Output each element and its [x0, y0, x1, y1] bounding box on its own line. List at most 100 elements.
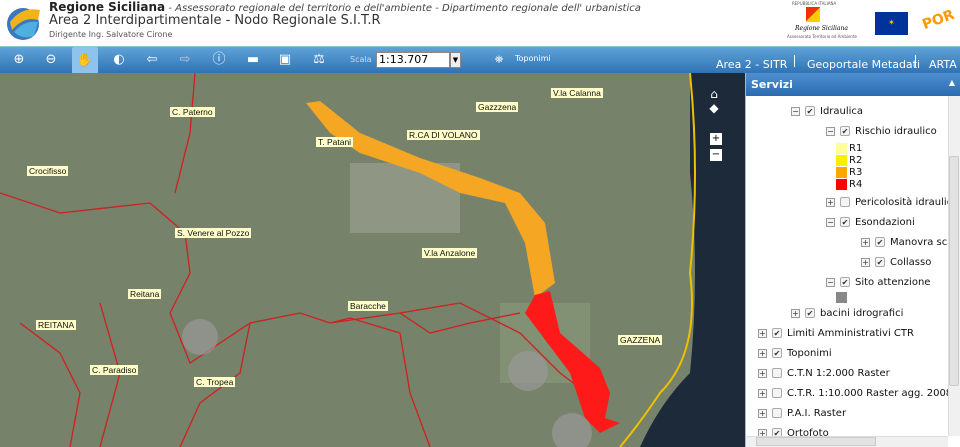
- scrollbar-thumb[interactable]: [756, 437, 876, 446]
- expand-icon[interactable]: +: [758, 368, 767, 378]
- pan-hand-icon[interactable]: ✋: [72, 47, 98, 74]
- page-title: Area 2 Interdipartimentale - Nodo Region…: [49, 13, 381, 28]
- collapse-icon[interactable]: −: [791, 106, 800, 116]
- panel-title: Servizi: [751, 78, 793, 91]
- layer-node[interactable]: − ✔ Esondazioni: [826, 215, 915, 229]
- collapse-icon[interactable]: ▲: [949, 78, 955, 87]
- sicily-flag-logo: [806, 7, 820, 22]
- map-view[interactable]: C. Paterno T. Patani R.CA DI VOLANO Gazz…: [0, 73, 745, 447]
- scrollbar-thumb[interactable]: [949, 156, 959, 386]
- layer-node[interactable]: + Pericolosità idraulica: [826, 195, 948, 209]
- expand-icon[interactable]: +: [758, 428, 767, 436]
- map-label: S. Venere al Pozzo: [175, 228, 252, 238]
- zoom-in-icon[interactable]: ⊕: [10, 51, 28, 69]
- layer-checkbox[interactable]: ✔: [805, 106, 815, 116]
- expand-icon[interactable]: +: [861, 257, 870, 267]
- forward-arrow-icon[interactable]: ⇨: [176, 51, 194, 69]
- zoom-layer-icon[interactable]: ▣: [276, 51, 294, 69]
- layer-node[interactable]: + ✔ Toponimi: [758, 346, 832, 360]
- scale-select[interactable]: 1:13.707: [376, 52, 450, 68]
- measure-icon[interactable]: ⚖: [310, 51, 328, 69]
- layer-node[interactable]: + ✔ Ortofoto: [758, 426, 829, 436]
- nav-area2[interactable]: Area 2 - SITR: [716, 58, 787, 71]
- layer-checkbox[interactable]: ✔: [772, 428, 782, 436]
- scale-label: Scala: [350, 55, 372, 64]
- layer-label: P.A.I. Raster: [787, 407, 847, 419]
- layer-checkbox[interactable]: ✔: [840, 126, 850, 136]
- collapse-icon[interactable]: −: [826, 277, 835, 287]
- layer-label: Esondazioni: [855, 216, 915, 228]
- layer-checkbox[interactable]: [840, 197, 850, 207]
- partner-logos: REPUBBLICA ITALIANA Regione Siciliana As…: [780, 0, 960, 46]
- layer-label: Collasso: [890, 256, 932, 268]
- legend-swatch: [836, 178, 847, 190]
- layer-label: Manovra scarico: [890, 236, 948, 248]
- expand-icon[interactable]: +: [861, 237, 870, 247]
- layer-label: Rischio idraulico: [855, 125, 937, 137]
- layer-checkbox[interactable]: ✔: [840, 217, 850, 227]
- layer-label: Pericolosità idraulica: [855, 196, 948, 208]
- layer-label: Ortofoto: [787, 427, 829, 437]
- layer-node[interactable]: + ✔ Manovra scarico: [861, 235, 948, 249]
- layer-node[interactable]: + ✔ Collasso: [861, 255, 931, 269]
- layer-checkbox[interactable]: ✔: [772, 328, 782, 338]
- layer-checkbox[interactable]: [772, 368, 782, 378]
- zoom-out-button[interactable]: −: [710, 149, 722, 161]
- layer-label: R1: [849, 142, 863, 154]
- layer-node[interactable]: + ✔ Limiti Amministrativi CTR: [758, 326, 914, 340]
- zoom-in-button[interactable]: +: [710, 133, 722, 145]
- nav-geoportale[interactable]: Geoportale Metadati: [807, 58, 920, 71]
- layer-node[interactable]: + ✔ bacini idrografici: [791, 306, 903, 320]
- back-arrow-icon[interactable]: ⇦: [143, 51, 161, 69]
- zoom-extent-globe-icon[interactable]: ◐: [110, 51, 128, 69]
- layer-label: C.T.N 1:2.000 Raster: [787, 367, 890, 379]
- horizontal-scrollbar[interactable]: [746, 436, 948, 447]
- attention-site[interactable]: [182, 319, 218, 355]
- pan-control[interactable]: ⌂ ◆: [700, 87, 728, 127]
- layer-checkbox[interactable]: [772, 408, 782, 418]
- layer-tree: − ✔ Idraulica − ✔ Rischio idraulico R1 R2 R3 R4 + P…: [746, 96, 948, 436]
- collapse-icon[interactable]: −: [826, 217, 835, 227]
- layer-checkbox[interactable]: ✔: [875, 237, 885, 247]
- layer-node[interactable]: − ✔ Idraulica: [791, 104, 863, 118]
- map-label: V.la Calanna: [551, 88, 603, 98]
- expand-icon[interactable]: +: [791, 308, 800, 318]
- layer-checkbox[interactable]: ✔: [840, 277, 850, 287]
- expand-icon[interactable]: +: [758, 328, 767, 338]
- org-name: Regione Siciliana: [49, 0, 166, 14]
- info-icon[interactable]: ⓘ: [210, 51, 228, 69]
- chevron-down-icon[interactable]: ▼: [450, 52, 461, 68]
- layer-checkbox[interactable]: ✔: [772, 348, 782, 358]
- toolbar: ⊕ ⊖ ✋ ◐ ⇦ ⇨ ⓘ ▬ ▣ ⚖ Scala 1:13.707 ▼ ⛯ T…: [0, 46, 960, 74]
- expand-icon[interactable]: +: [758, 348, 767, 358]
- layer-checkbox[interactable]: [772, 388, 782, 398]
- layer-node[interactable]: − ✔ Sito attenzione: [826, 275, 930, 289]
- toponimi-button[interactable]: Toponimi: [515, 54, 551, 63]
- collapse-icon[interactable]: −: [826, 126, 835, 136]
- layer-node[interactable]: − ✔ Rischio idraulico: [826, 124, 937, 138]
- expand-icon[interactable]: +: [758, 388, 767, 398]
- binoculars-icon[interactable]: ⛯: [490, 51, 508, 69]
- nav-arta[interactable]: ARTA: [929, 58, 957, 71]
- zoom-out-icon[interactable]: ⊖: [42, 51, 60, 69]
- layer-label: Idraulica: [820, 105, 864, 117]
- vertical-scrollbar[interactable]: [948, 96, 960, 436]
- map-label: R.CA DI VOLANO: [407, 130, 480, 140]
- window-icon[interactable]: ▬: [244, 51, 262, 69]
- layer-node[interactable]: + C.T.R. 1:10.000 Raster agg. 2008: [758, 386, 948, 400]
- eu-flag-logo: ✶: [875, 12, 908, 35]
- layer-label: Limiti Amministrativi CTR: [787, 327, 914, 339]
- expand-icon[interactable]: +: [758, 408, 767, 418]
- map-label: C. Paterno: [170, 107, 215, 117]
- orthophoto: [0, 73, 745, 447]
- layer-checkbox[interactable]: ✔: [805, 308, 815, 318]
- layer-node[interactable]: + P.A.I. Raster: [758, 406, 846, 420]
- layer-node[interactable]: + C.T.N 1:2.000 Raster: [758, 366, 890, 380]
- layer-checkbox[interactable]: ✔: [875, 257, 885, 267]
- panel-header: Servizi ▲: [746, 73, 960, 96]
- map-label: C. Tropea: [194, 377, 236, 387]
- map-label: V.la Anzalone: [422, 248, 478, 258]
- attention-site[interactable]: [508, 351, 548, 391]
- expand-icon[interactable]: +: [826, 197, 835, 207]
- republic-text: REPUBBLICA ITALIANA: [792, 1, 837, 6]
